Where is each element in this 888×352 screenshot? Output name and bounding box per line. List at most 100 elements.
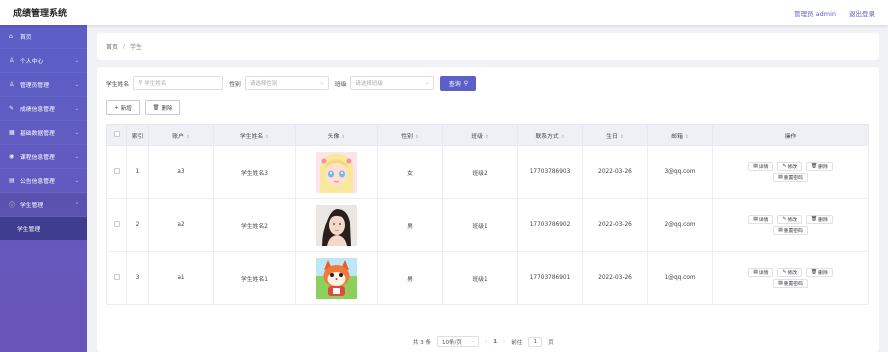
query-button[interactable]: 查询 ⚲ xyxy=(440,75,477,91)
delete-label: 删除 xyxy=(818,218,828,223)
sort-icon[interactable]: ⇕ xyxy=(685,135,689,140)
row-checkbox[interactable] xyxy=(113,168,120,174)
col-avatar[interactable]: 头像 ⇕ xyxy=(295,124,378,146)
sidebar-item-courses[interactable]: ◉ 课程信息管理 ⌄ xyxy=(0,145,87,169)
sort-icon[interactable]: ⇕ xyxy=(561,135,565,140)
sidebar-item-grades[interactable]: ✎ 成绩信息管理 ⌄ xyxy=(0,97,87,121)
sort-icon[interactable]: ⇕ xyxy=(485,135,489,140)
query-button-label: 查询 xyxy=(448,80,461,88)
sidebar-item-profile[interactable]: ♙ 个人中心 ⌄ xyxy=(0,49,87,73)
col-student-name[interactable]: 学生姓名 ⇕ xyxy=(213,124,296,146)
cell-name: 学生姓名3 xyxy=(213,145,296,199)
sidebar-item-notices[interactable]: ▤ 公告信息管理 ⌄ xyxy=(0,169,87,193)
class-label: 班级 xyxy=(334,81,347,88)
select-all-checkbox[interactable] xyxy=(106,124,127,146)
cell-index: 1 xyxy=(126,145,149,199)
cell-account: a3 xyxy=(148,145,214,199)
col-birthday[interactable]: 生日 ⇕ xyxy=(582,124,648,146)
next-page-button[interactable]: › xyxy=(503,339,505,345)
cell-avatar xyxy=(295,145,378,199)
sort-icon[interactable]: ⇕ xyxy=(265,135,269,140)
detail-button[interactable]: ▤ 详情 xyxy=(748,162,774,171)
row-checkbox[interactable] xyxy=(113,274,120,280)
col-label: 联系方式 xyxy=(535,133,559,140)
page-number-current[interactable]: 1 xyxy=(493,339,497,345)
avatar-portrait-photo[interactable] xyxy=(316,204,357,246)
document-icon: ▤ xyxy=(778,281,783,286)
table-row: 2 a2 学生姓名2 男 班级1 17703786902 2022-03-26 … xyxy=(106,198,869,252)
grid-icon: ▦ xyxy=(9,129,15,136)
edit-button[interactable]: ✎ 修改 xyxy=(777,162,803,171)
total-count: 共 3 条 xyxy=(413,339,431,346)
prev-page-button[interactable]: ‹ xyxy=(485,339,487,345)
breadcrumb-home[interactable]: 首页 xyxy=(106,42,118,51)
delete-row-button[interactable]: 🗑 删除 xyxy=(806,162,833,171)
detail-button[interactable]: ▤ 详情 xyxy=(748,268,774,277)
cell-class: 班级1 xyxy=(442,251,518,305)
add-button-label: 新增 xyxy=(120,105,132,112)
edit-icon: ✎ xyxy=(9,105,15,112)
sidebar-item-students[interactable]: ⓘ 学生管理 ⌃ xyxy=(0,193,87,217)
row-checkbox-cell xyxy=(106,251,127,305)
reset-password-button[interactable]: ▤ 重置密码 xyxy=(773,173,808,182)
admin-label[interactable]: 管理员 admin xyxy=(794,8,836,18)
sidebar-subitem-student-manage[interactable]: 学生管理 xyxy=(0,217,87,240)
page-size-select[interactable]: 10条/页 ⌄ xyxy=(437,336,479,347)
avatar-cartoon-animal[interactable] xyxy=(316,257,357,299)
cell-phone: 17703786901 xyxy=(517,251,583,305)
detail-button[interactable]: ▤ 详情 xyxy=(748,215,774,224)
class-select[interactable]: 请选择班级 ⌄ xyxy=(350,76,435,90)
cell-gender: 男 xyxy=(377,251,443,305)
cell-name: 学生姓名2 xyxy=(213,198,296,252)
gender-select[interactable]: 请选择性别 ⌄ xyxy=(244,76,329,90)
row-checkbox[interactable] xyxy=(113,221,120,227)
document-icon: ▤ xyxy=(753,270,758,275)
user-icon: ♙ xyxy=(9,57,15,64)
cell-gender: 女 xyxy=(377,145,443,199)
delete-row-button[interactable]: 🗑 删除 xyxy=(806,215,833,224)
edit-label: 修改 xyxy=(787,271,798,276)
reset-password-button[interactable]: ▤ 重置密码 xyxy=(773,226,808,235)
chevron-down-icon: ⌄ xyxy=(74,177,79,184)
col-gender[interactable]: 性别 ⇕ xyxy=(377,124,443,146)
cell-account: a1 xyxy=(148,251,214,305)
home-icon: ⌂ xyxy=(9,33,13,40)
col-account[interactable]: 账户 ⇕ xyxy=(148,124,214,146)
col-class[interactable]: 班级 ⇕ xyxy=(442,124,518,146)
cell-email: 3@qq.com xyxy=(647,145,713,199)
content-card: 学生姓名 ⚲ 学生姓名 性别 请选择性别 ⌄ 班级 请选择班级 ⌄ 查询 ⚲ + 新增 🗑… xyxy=(97,67,879,352)
avatar-anime-girl[interactable] xyxy=(316,151,357,193)
col-phone[interactable]: 联系方式 ⇕ xyxy=(517,124,583,146)
sort-icon[interactable]: ⇕ xyxy=(186,135,190,140)
sidebar-item-home[interactable]: ⌂ 首页 xyxy=(0,25,87,49)
sidebar-item-basic-data[interactable]: ▦ 基础数据管理 ⌄ xyxy=(0,121,87,145)
document-icon: ▤ xyxy=(9,177,15,184)
reset-label: 重置密码 xyxy=(783,229,803,234)
checkbox[interactable] xyxy=(113,131,120,137)
edit-button[interactable]: ✎ 修改 xyxy=(777,268,803,277)
goto-page-input[interactable]: 1 xyxy=(528,336,543,347)
col-label: 性别 xyxy=(401,133,413,140)
sort-icon[interactable]: ⇕ xyxy=(341,135,345,140)
col-label: 班级 xyxy=(471,133,483,140)
cell-email: 2@qq.com xyxy=(647,198,713,252)
search-icon: ⚲ xyxy=(463,79,469,87)
sort-icon[interactable]: ⇕ xyxy=(620,135,624,140)
detail-label: 详情 xyxy=(758,218,769,223)
reset-password-button[interactable]: ▤ 重置密码 xyxy=(773,279,808,288)
delete-button[interactable]: 🗑 删除 xyxy=(145,100,180,115)
sidebar: ⌂ 首页 ♙ 个人中心 ⌄ ♙ 管理员管理 ⌄ ✎ 成绩信息管理 ⌄ ▦ 基础数据管理 ⌄ ◉ 课程… xyxy=(0,25,87,352)
trash-icon: 🗑 xyxy=(152,104,160,111)
sidebar-item-admins[interactable]: ♙ 管理员管理 ⌄ xyxy=(0,73,87,97)
delete-row-button[interactable]: 🗑 删除 xyxy=(806,268,833,277)
add-button[interactable]: + 新增 xyxy=(106,100,140,115)
search-icon: ⚲ xyxy=(138,80,143,86)
pagination: 共 3 条 10条/页 ⌄ ‹ 1 › 前往 1 页 xyxy=(413,336,554,347)
edit-label: 修改 xyxy=(787,218,798,223)
logout-link[interactable]: 退出登录 xyxy=(849,8,875,18)
student-name-input[interactable]: ⚲ 学生姓名 xyxy=(133,76,224,90)
info-icon: ⓘ xyxy=(9,202,16,209)
edit-button[interactable]: ✎ 修改 xyxy=(777,215,803,224)
sort-icon[interactable]: ⇕ xyxy=(415,135,419,140)
col-email[interactable]: 邮箱 ⇕ xyxy=(647,124,713,146)
